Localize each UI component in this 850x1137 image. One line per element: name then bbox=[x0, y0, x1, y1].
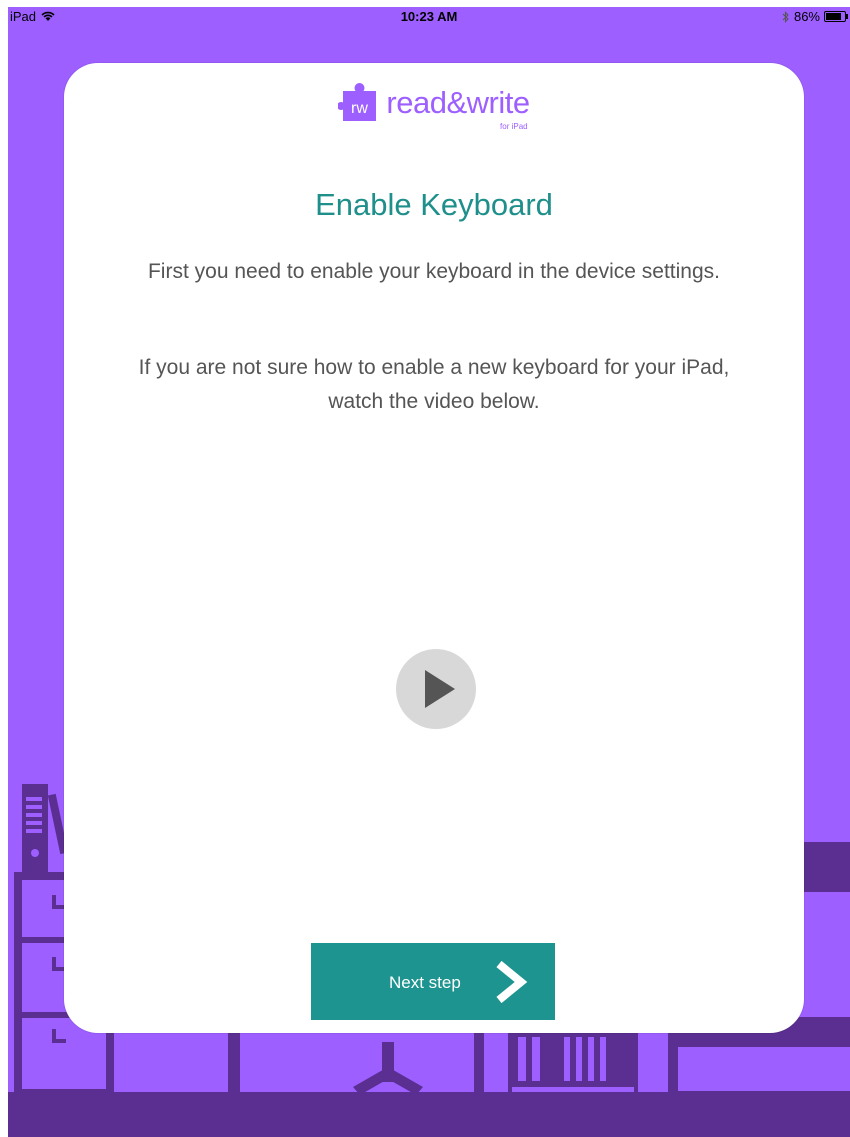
next-step-label: Next step bbox=[389, 973, 461, 992]
setup-card: rw read&write for iPad Enable Keyboard F… bbox=[64, 63, 804, 1033]
chevron-right-icon bbox=[496, 961, 528, 1003]
play-video-button[interactable] bbox=[396, 649, 476, 729]
status-bar: iPad 10:23 AM 86% bbox=[8, 7, 850, 27]
battery-fill bbox=[826, 13, 841, 20]
logo-wordmark: read&write bbox=[386, 85, 530, 120]
status-right: 86% bbox=[782, 9, 848, 24]
readwrite-logo: rw read&write for iPad bbox=[64, 83, 804, 131]
logo-subtitle: for iPad bbox=[500, 122, 528, 131]
puzzle-piece-logo-icon: rw bbox=[338, 83, 377, 121]
status-time: 10:23 AM bbox=[400, 9, 458, 24]
video-hint-text: If you are not sure how to enable a new … bbox=[138, 356, 730, 413]
next-step-button[interactable]: Next step bbox=[311, 943, 555, 1020]
logo-badge-text: rw bbox=[351, 100, 368, 117]
instruction-text: First you need to enable your keyboard i… bbox=[147, 260, 720, 283]
bluetooth-icon bbox=[782, 10, 789, 23]
floor-band bbox=[8, 1092, 850, 1137]
battery-percent: 86% bbox=[793, 9, 820, 24]
page-title: Enable Keyboard bbox=[315, 187, 553, 222]
play-icon bbox=[425, 670, 455, 708]
battery-icon bbox=[824, 11, 848, 22]
logo-text: read&write for iPad bbox=[386, 85, 530, 131]
screen: iPad 10:23 AM 86% rw read&write for iPad… bbox=[8, 7, 850, 1137]
